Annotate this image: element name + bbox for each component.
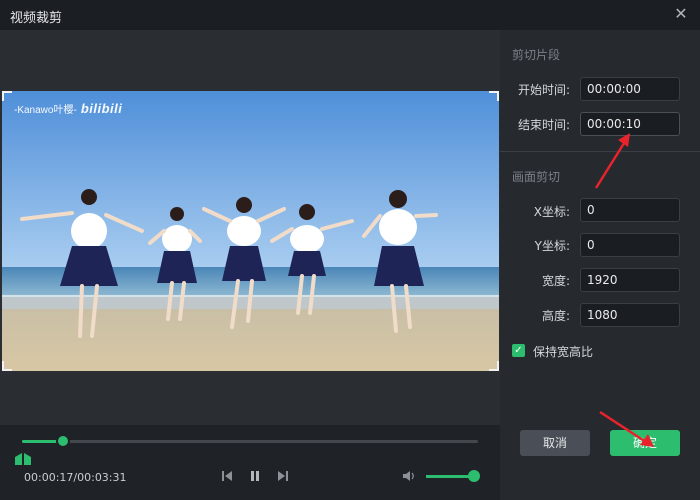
player-controls: 00:00:17/00:03:31 <box>0 425 500 500</box>
close-icon[interactable]: ✕ <box>672 5 690 23</box>
y-coordinate-input[interactable] <box>580 233 680 257</box>
timecode: 00:00:17/00:03:31 <box>24 471 127 484</box>
crop-handle-bottom-right[interactable] <box>489 361 499 371</box>
keep-aspect-ratio-checkbox[interactable]: ✓ <box>512 344 525 357</box>
keep-aspect-ratio-label[interactable]: 保持宽高比 <box>533 343 593 360</box>
section-divider <box>500 151 700 152</box>
pause-icon[interactable] <box>248 469 262 483</box>
crop-handle-top-right[interactable] <box>489 91 499 101</box>
confirm-button[interactable]: 确定 <box>610 430 680 456</box>
video-watermark: -Kanawo叶樱-bilibili <box>14 101 122 116</box>
seek-thumb[interactable] <box>56 434 71 448</box>
title-bar: 视频裁剪 ✕ <box>0 0 700 30</box>
crop-section-title: 画面剪切 <box>512 170 561 184</box>
y-coordinate-label: Y坐标: <box>534 239 570 253</box>
cancel-button[interactable]: 取消 <box>520 430 590 456</box>
seek-bar[interactable] <box>22 434 478 448</box>
x-coordinate-label: X坐标: <box>533 205 570 219</box>
end-time-input[interactable] <box>580 112 680 136</box>
next-frame-icon[interactable] <box>276 469 290 483</box>
clip-section-title: 剪切片段 <box>512 48 561 62</box>
watermark-text: -Kanawo叶樱- <box>14 105 77 116</box>
volume-icon[interactable] <box>402 469 416 483</box>
width-label: 宽度: <box>541 274 570 288</box>
width-input[interactable] <box>580 268 680 292</box>
window-title: 视频裁剪 <box>10 11 63 26</box>
previous-frame-icon[interactable] <box>220 469 234 483</box>
volume-thumb[interactable] <box>468 470 480 482</box>
beach-scene-image <box>2 91 499 371</box>
x-coordinate-input[interactable] <box>580 198 680 222</box>
video-stage: -Kanawo叶樱-bilibili 00:00:17/00:03:31 <box>0 30 500 500</box>
start-time-input[interactable] <box>580 77 680 101</box>
transport-controls <box>220 469 290 483</box>
height-input[interactable] <box>580 303 680 327</box>
crop-handle-bottom-left[interactable] <box>2 361 12 371</box>
video-frame[interactable]: -Kanawo叶樱-bilibili <box>2 91 499 371</box>
clip-range-marker-icon[interactable] <box>14 452 34 466</box>
crop-handle-top-left[interactable] <box>2 91 12 101</box>
watermark-logo: bilibili <box>80 101 123 116</box>
end-time-label: 结束时间: <box>517 118 570 132</box>
height-label: 高度: <box>541 309 570 323</box>
start-time-label: 开始时间: <box>517 83 570 97</box>
